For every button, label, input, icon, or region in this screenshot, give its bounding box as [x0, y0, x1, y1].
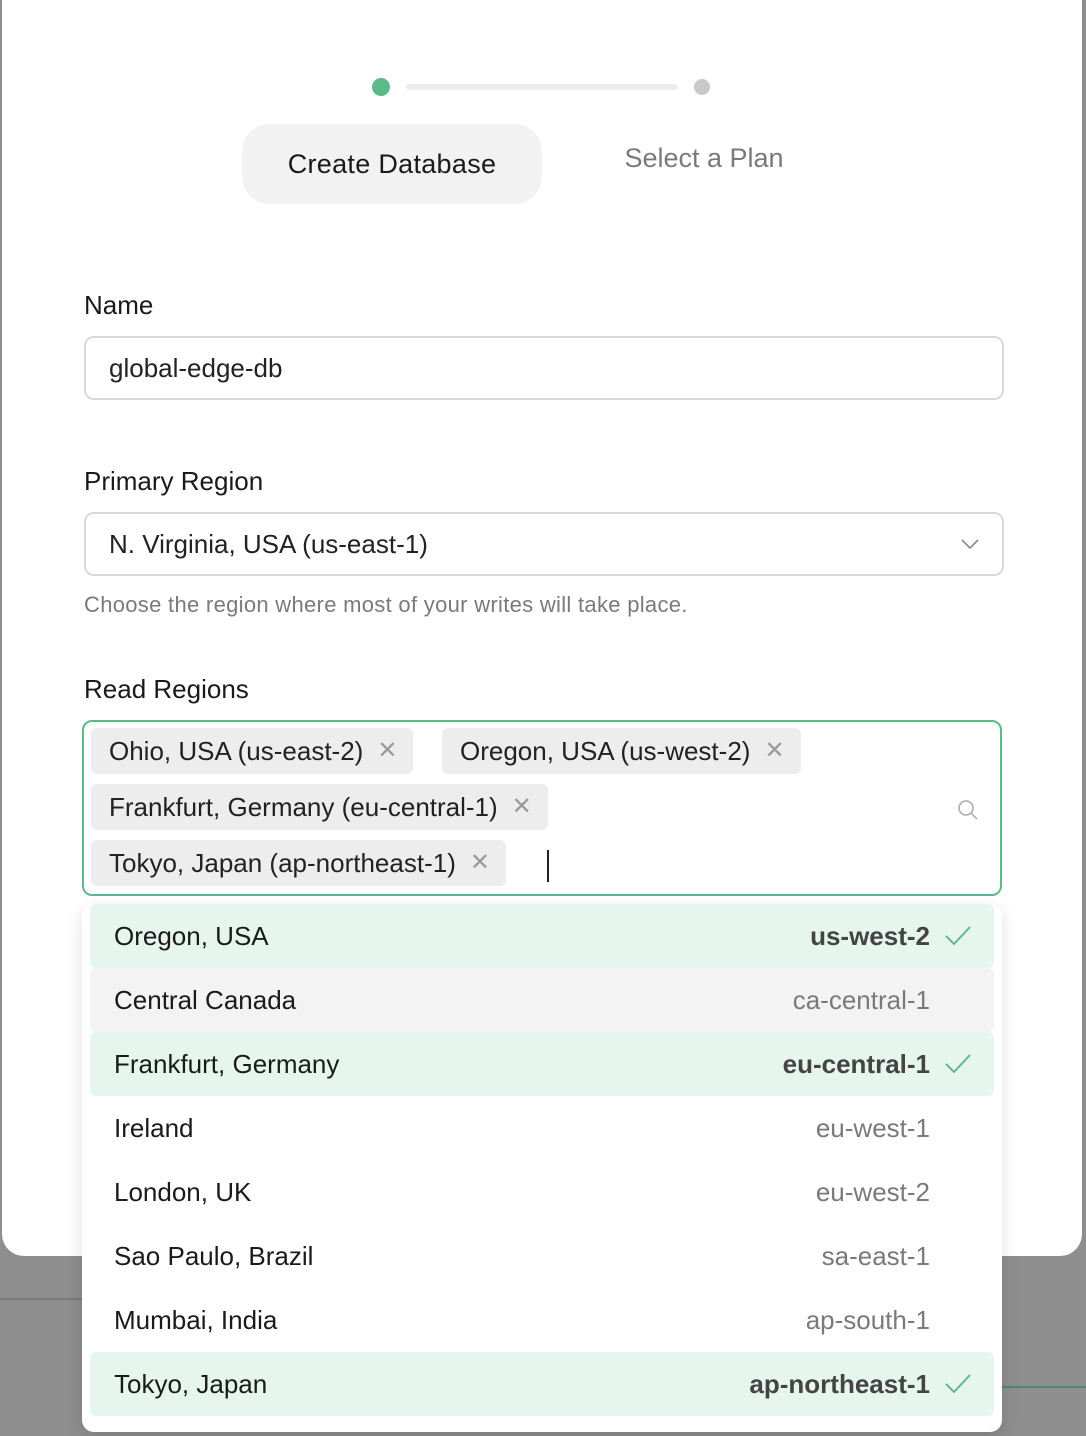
region-option-name: Central Canada	[114, 984, 297, 1015]
name-input-value: global-edge-db	[109, 352, 283, 383]
primary-region-label: Primary Region	[84, 466, 264, 496]
region-option[interactable]: Sao Paulo, Brazil sa-east-1	[90, 1224, 994, 1288]
region-option-name: Ireland	[114, 1112, 194, 1143]
tab-create-database[interactable]: Create Database	[242, 124, 542, 204]
region-option-code: sa-east-1	[821, 1240, 930, 1271]
region-option[interactable]: Frankfurt, Germany eu-central-1	[90, 1032, 994, 1096]
region-chip-label: Tokyo, Japan (ap-northeast-1)	[109, 847, 456, 878]
region-option[interactable]: London, UK eu-west-2	[90, 1160, 994, 1224]
name-label: Name	[84, 290, 154, 320]
region-chip: Tokyo, Japan (ap-northeast-1) ✕	[91, 840, 506, 886]
close-icon[interactable]: ✕	[764, 739, 784, 763]
region-option[interactable]: Ireland eu-west-1	[90, 1096, 994, 1160]
search-icon	[958, 800, 978, 820]
read-regions-multiselect[interactable]: Ohio, USA (us-east-2) ✕ Oregon, USA (us-…	[82, 720, 1002, 896]
region-option-code: ap-northeast-1	[749, 1368, 930, 1399]
check-icon	[945, 926, 971, 946]
region-option[interactable]: Mumbai, India ap-south-1	[90, 1288, 994, 1352]
step-indicator-active	[372, 78, 390, 96]
step-progress-bar	[406, 84, 678, 90]
region-options-dropdown: Oregon, USA us-west-2 Central Canada ca-…	[82, 904, 1002, 1432]
region-option-code: eu-central-1	[782, 1048, 930, 1079]
primary-region-help: Choose the region where most of your wri…	[84, 592, 688, 617]
step-indicator-inactive	[694, 79, 710, 95]
region-option-code: eu-west-2	[815, 1176, 930, 1207]
read-regions-label: Read Regions	[84, 674, 249, 704]
region-option[interactable]: Central Canada ca-central-1	[90, 968, 994, 1032]
region-option-code: ap-south-1	[805, 1304, 930, 1335]
primary-region-value: N. Virginia, USA (us-east-1)	[109, 528, 428, 559]
region-option[interactable]: Oregon, USA us-west-2	[90, 904, 994, 968]
region-chip-label: Oregon, USA (us-west-2)	[460, 735, 751, 766]
region-option-code: eu-west-1	[815, 1112, 930, 1143]
region-option-name: Mumbai, India	[114, 1304, 278, 1335]
check-icon	[945, 1374, 971, 1394]
region-option-name: Tokyo, Japan	[114, 1368, 268, 1399]
region-option-name: Sao Paulo, Brazil	[114, 1240, 314, 1271]
region-option-name: Oregon, USA	[114, 920, 269, 951]
region-chip-label: Frankfurt, Germany (eu-central-1)	[109, 791, 498, 822]
background-divider	[0, 1298, 82, 1300]
region-option-code: us-west-2	[810, 920, 930, 951]
close-icon[interactable]: ✕	[470, 851, 490, 875]
region-chip: Ohio, USA (us-east-2) ✕	[91, 728, 414, 774]
region-option-name: Frankfurt, Germany	[114, 1048, 340, 1079]
chevron-down-icon	[961, 539, 979, 550]
primary-region-select[interactable]: N. Virginia, USA (us-east-1)	[84, 512, 1004, 576]
region-chip-label: Ohio, USA (us-east-2)	[109, 735, 364, 766]
close-icon[interactable]: ✕	[512, 795, 532, 819]
region-chip: Oregon, USA (us-west-2) ✕	[442, 728, 801, 774]
background-divider	[1002, 1386, 1086, 1388]
name-input[interactable]: global-edge-db	[84, 336, 1004, 400]
tab-select-plan[interactable]: Select a Plan	[572, 118, 836, 198]
region-chip: Frankfurt, Germany (eu-central-1) ✕	[91, 784, 548, 830]
region-option-name: London, UK	[114, 1176, 252, 1207]
check-icon	[945, 1054, 971, 1074]
text-cursor	[547, 850, 549, 882]
close-icon[interactable]: ✕	[377, 739, 397, 763]
region-option[interactable]: Tokyo, Japan ap-northeast-1	[90, 1352, 994, 1416]
region-option-code: ca-central-1	[792, 984, 930, 1015]
progress-stepper	[372, 76, 714, 98]
wizard-tabs: Create Database Select a Plan	[242, 124, 842, 204]
